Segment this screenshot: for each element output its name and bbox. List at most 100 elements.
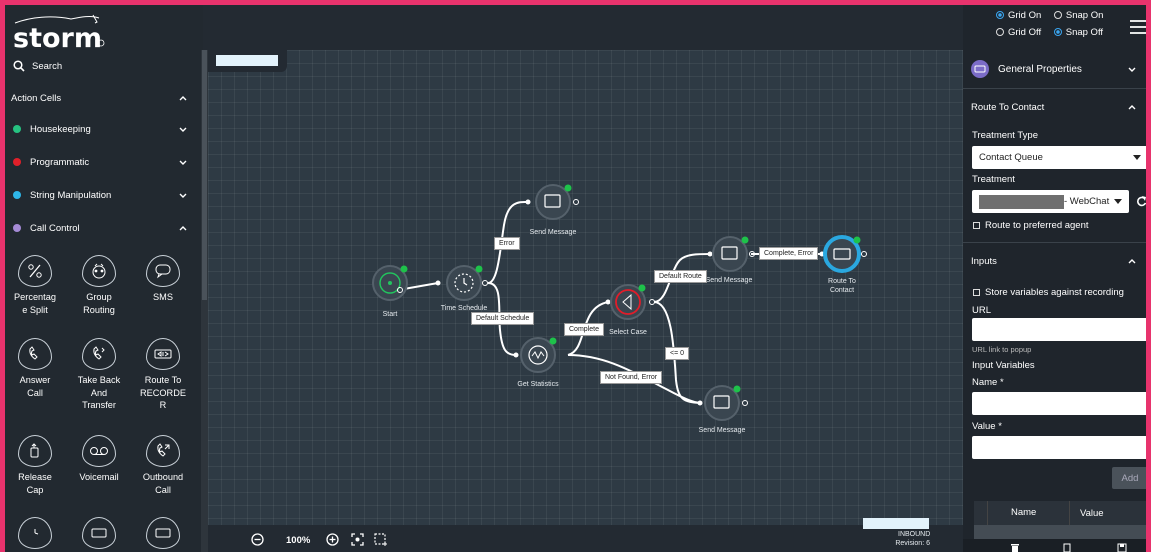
url-input[interactable] <box>972 318 1146 341</box>
zoom-out-icon[interactable] <box>251 533 264 546</box>
edge-label-complete: Complete <box>564 323 604 336</box>
general-properties-header[interactable]: General Properties <box>963 58 1146 80</box>
category-label: String Manipulation <box>30 189 112 201</box>
revision-label: Revision: 6 <box>895 540 930 547</box>
group-routing-icon <box>82 255 116 287</box>
store-variables-checkbox[interactable]: Store variables against recording <box>973 287 1124 298</box>
tile-group-routing[interactable]: Group Routing <box>69 255 129 316</box>
chevron-up-icon <box>179 226 187 231</box>
snap-off-radio[interactable]: Snap Off <box>1053 27 1103 38</box>
time-schedule-icon <box>18 517 52 549</box>
input-variables-label: Input Variables <box>972 360 1035 371</box>
tile-take-back-transfer[interactable]: Take Back And Transfer <box>69 338 129 412</box>
flow-canvas[interactable]: Start Time Schedule Send Message Get Sta… <box>208 50 963 552</box>
tile-outbound-call[interactable]: Outbound Call <box>133 435 193 496</box>
store-variables-label: Store variables against recording <box>985 287 1124 298</box>
caret-down-icon <box>1133 155 1141 160</box>
edge-label-complete-error: Complete, Error <box>759 247 819 260</box>
fit-to-screen-icon[interactable] <box>351 533 364 546</box>
url-label: URL <box>972 305 992 316</box>
tile-label: Voicemail <box>79 472 119 482</box>
checkbox-icon <box>973 289 980 296</box>
scrollbar-thumb[interactable] <box>202 50 207 300</box>
tile-partial-3[interactable] <box>133 517 193 552</box>
grid-on-radio[interactable]: Grid On <box>996 10 1041 21</box>
copy-icon[interactable] <box>1063 543 1073 552</box>
chevron-down-icon <box>179 127 187 132</box>
value-label: Value * <box>972 421 1002 432</box>
preferred-agent-checkbox[interactable]: Route to preferred agent <box>973 220 1089 231</box>
variables-table-header: Name Value <box>974 501 1146 525</box>
canvas-toolbar: 100% INBOUND Revision: 6 <box>208 518 963 552</box>
inputs-label: Inputs <box>971 255 997 267</box>
treatment-type-value: Contact Queue <box>979 152 1043 163</box>
node-send-message-1 <box>535 184 579 220</box>
node-select-case <box>610 284 655 320</box>
tile-label: Outbound Call <box>142 472 184 495</box>
grid-off-radio[interactable]: Grid Off <box>996 27 1041 38</box>
save-icon[interactable] <box>1117 543 1127 552</box>
hamburger-menu-icon[interactable] <box>1130 19 1146 35</box>
view-options: Grid On Snap On Grid Off Snap Off <box>996 10 1103 42</box>
search-label: Search <box>32 60 63 72</box>
category-label: Programmatic <box>30 156 90 168</box>
select-area-icon[interactable] <box>374 533 387 546</box>
zoom-in-icon[interactable] <box>326 533 339 546</box>
node-get-statistics <box>520 337 557 373</box>
tile-label: Route To RECORDE R <box>140 375 186 410</box>
edge-label-not-found-error: Not Found, Error <box>600 371 663 384</box>
app-window: storm Search Action Cells Housekeeping P… <box>5 5 1146 552</box>
treatment-type-select[interactable]: Contact Queue <box>972 146 1146 169</box>
node-route-to-contact <box>823 235 867 273</box>
variable-value-input[interactable] <box>972 436 1146 459</box>
action-cells-label: Action Cells <box>11 92 62 104</box>
grid-off-label: Grid Off <box>1008 27 1042 38</box>
route-recorder-icon <box>146 338 180 370</box>
node-start <box>372 265 408 301</box>
treatment-label: Treatment <box>972 174 1015 185</box>
route-section-label: Route To Contact <box>971 101 1045 113</box>
tile-percentage-split[interactable]: Percentag e Split <box>5 255 65 316</box>
answer-call-icon <box>18 338 52 370</box>
tile-label: SMS <box>153 292 173 302</box>
table-header-name: Name <box>988 501 1070 525</box>
tile-label: Percentag e Split <box>14 292 56 315</box>
snap-on-radio[interactable]: Snap On <box>1053 10 1103 21</box>
category-housekeeping[interactable]: Housekeeping <box>5 118 203 140</box>
add-label: Add <box>1121 472 1139 484</box>
tile-voicemail[interactable]: Voicemail <box>69 435 129 484</box>
radio-icon <box>996 11 1004 20</box>
sidebar-scrollbar[interactable] <box>201 50 208 552</box>
tile-release-cap[interactable]: Release Cap <box>5 435 65 496</box>
category-call-control[interactable]: Call Control <box>5 217 203 239</box>
category-string-manipulation[interactable]: String Manipulation <box>5 184 203 206</box>
add-button[interactable]: Add <box>1112 467 1146 489</box>
tile-route-to-recorder[interactable]: Route To RECORDE R <box>133 338 193 412</box>
tile-answer-call[interactable]: Answer Call <box>5 338 65 399</box>
category-programmatic[interactable]: Programmatic <box>5 151 203 173</box>
delete-icon[interactable] <box>1010 544 1020 552</box>
variable-name-input[interactable] <box>972 392 1146 415</box>
tile-partial-1[interactable] <box>5 517 65 552</box>
search-icon <box>13 60 25 72</box>
node-label-send-message-3: Send Message <box>698 427 746 434</box>
chevron-down-icon <box>179 160 187 165</box>
action-cells-header[interactable]: Action Cells <box>5 87 203 109</box>
tile-label: Group Routing <box>83 292 115 315</box>
treatment-select[interactable]: - WebChat <box>972 190 1129 213</box>
node-label-route-to-contact: Route To Contact <box>828 278 856 294</box>
url-hint: URL link to popup <box>972 345 1032 354</box>
tile-partial-2[interactable] <box>69 517 129 552</box>
divider <box>963 88 1146 89</box>
voicemail-icon <box>82 435 116 467</box>
sms-icon <box>146 255 180 287</box>
search-bar[interactable]: Search <box>5 55 203 77</box>
inputs-header[interactable]: Inputs <box>963 252 1146 270</box>
radio-icon <box>1053 11 1062 20</box>
route-to-contact-header[interactable]: Route To Contact <box>963 98 1146 116</box>
refresh-icon[interactable] <box>1136 195 1146 207</box>
canvas-title-tab <box>208 50 287 72</box>
tile-sms[interactable]: SMS <box>133 255 193 304</box>
route-icon <box>971 60 989 78</box>
category-dot <box>13 125 21 133</box>
